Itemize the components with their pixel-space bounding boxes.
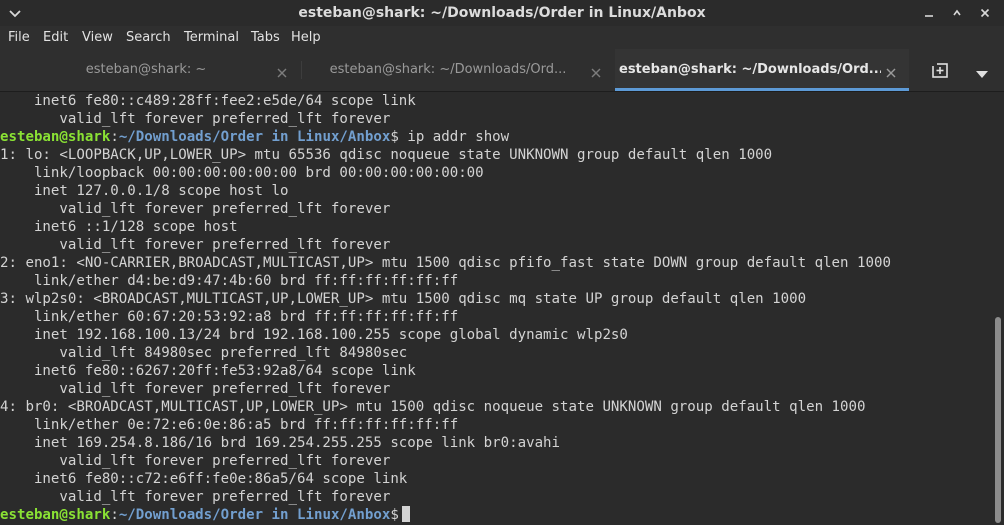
triangle-down-icon[interactable] xyxy=(975,65,989,78)
close-icon[interactable] xyxy=(976,4,994,22)
terminal-output[interactable]: inet6 fe80::c489:28ff:fee2:e5de/64 scope… xyxy=(0,92,993,525)
terminal-line: inet6 fe80::c72:e6ff:fe0e:86a5/64 scope … xyxy=(0,471,408,487)
terminal-line: link/ether 60:67:20:53:92:a8 brd ff:ff:f… xyxy=(0,309,459,325)
prompt-separator: : xyxy=(110,507,119,523)
prompt-user-host: esteban@shark xyxy=(0,507,111,523)
close-icon[interactable] xyxy=(276,64,288,78)
menu-help[interactable]: Help xyxy=(291,26,321,49)
terminal-line: 2: eno1: <NO-CARRIER,BROADCAST,MULTICAST… xyxy=(0,255,891,271)
tab-downloads[interactable]: esteban@shark: ~/Downloads/Ord... xyxy=(302,49,614,91)
command-text: ip addr show xyxy=(398,129,510,145)
prompt-line-current: esteban@shark:~/Downloads/Order in Linux… xyxy=(0,506,410,524)
menu-tabs[interactable]: Tabs xyxy=(251,26,280,49)
terminal-line: inet 192.168.100.13/24 brd 192.168.100.2… xyxy=(0,327,628,343)
terminal-line: valid_lft 84980sec preferred_lft 84980se… xyxy=(0,345,408,361)
terminal-line: valid_lft forever preferred_lft forever xyxy=(0,489,391,505)
terminal-line: link/ether d4:be:d9:47:4b:60 brd ff:ff:f… xyxy=(0,273,459,289)
terminal-line: link/loopback 00:00:00:00:00:00 brd 00:0… xyxy=(0,165,484,181)
prompt-line: esteban@shark:~/Downloads/Order in Linux… xyxy=(0,128,509,146)
prompt-user-host: esteban@shark xyxy=(0,129,111,145)
terminal-line: inet6 fe80::c489:28ff:fee2:e5de/64 scope… xyxy=(0,93,416,109)
active-tab-indicator xyxy=(615,88,909,91)
prompt-separator: : xyxy=(110,129,119,145)
prompt-path: ~/Downloads/Order in Linux/Anbox xyxy=(118,129,391,145)
window-controls xyxy=(918,4,998,22)
menu-edit[interactable]: Edit xyxy=(43,26,68,49)
minimize-icon[interactable] xyxy=(920,4,938,22)
menu-terminal[interactable]: Terminal xyxy=(184,26,239,49)
tab-label: esteban@shark: ~ xyxy=(85,62,207,77)
close-icon[interactable] xyxy=(590,64,602,78)
menu-view[interactable]: View xyxy=(82,26,113,49)
tab-anbox-active[interactable]: esteban@shark: ~/Downloads/Ord... xyxy=(615,49,909,91)
terminal-line: valid_lft forever preferred_lft forever xyxy=(0,201,391,217)
close-icon[interactable] xyxy=(885,64,897,78)
scrollbar-track[interactable] xyxy=(993,92,1004,525)
scrollbar-thumb[interactable] xyxy=(995,317,1001,523)
terminal-cursor xyxy=(401,506,410,522)
window-title: esteban@shark: ~/Downloads/Order in Linu… xyxy=(298,5,706,21)
title-bar: esteban@shark: ~/Downloads/Order in Linu… xyxy=(0,0,1004,26)
prompt-dollar: $ xyxy=(390,507,399,523)
terminal-line: link/ether 0e:72:e6:0e:86:a5 brd ff:ff:f… xyxy=(0,417,459,433)
prompt-path: ~/Downloads/Order in Linux/Anbox xyxy=(118,507,391,523)
new-tab-icon[interactable] xyxy=(930,61,952,81)
terminal-window: esteban@shark: ~/Downloads/Order in Linu… xyxy=(0,0,1004,525)
terminal-line: valid_lft forever preferred_lft forever xyxy=(0,453,391,469)
tab-label: esteban@shark: ~/Downloads/Ord... xyxy=(329,62,567,77)
menu-file[interactable]: File xyxy=(8,26,30,49)
terminal-line: inet6 ::1/128 scope host xyxy=(0,219,238,235)
tab-label: esteban@shark: ~/Downloads/Ord... xyxy=(619,62,881,77)
terminal-line: 3: wlp2s0: <BROADCAST,MULTICAST,UP,LOWER… xyxy=(0,291,807,307)
terminal-line: 1: lo: <LOOPBACK,UP,LOWER_UP> mtu 65536 … xyxy=(0,147,773,163)
tab-home[interactable]: esteban@shark: ~ xyxy=(0,49,300,91)
terminal-line: valid_lft forever preferred_lft forever xyxy=(0,237,391,253)
menu-search[interactable]: Search xyxy=(126,26,171,49)
terminal-line: inet 127.0.0.1/8 scope host lo xyxy=(0,183,289,199)
menu-bar: File Edit View Search Terminal Tabs Help xyxy=(0,26,1004,49)
terminal-line: inet6 fe80::6267:20ff:fe53:92a8/64 scope… xyxy=(0,363,416,379)
terminal-line: inet 169.254.8.186/16 brd 169.254.255.25… xyxy=(0,435,561,451)
tab-bar: esteban@shark: ~ esteban@shark: ~/Downlo… xyxy=(0,49,1004,92)
terminal-line: 4: br0: <BROADCAST,MULTICAST,UP,LOWER_UP… xyxy=(0,399,866,415)
terminal-line: valid_lft forever preferred_lft forever xyxy=(0,381,391,397)
prompt-dollar: $ xyxy=(390,129,399,145)
maximize-icon[interactable] xyxy=(948,4,966,22)
terminal-line: valid_lft forever preferred_lft forever xyxy=(0,111,391,127)
